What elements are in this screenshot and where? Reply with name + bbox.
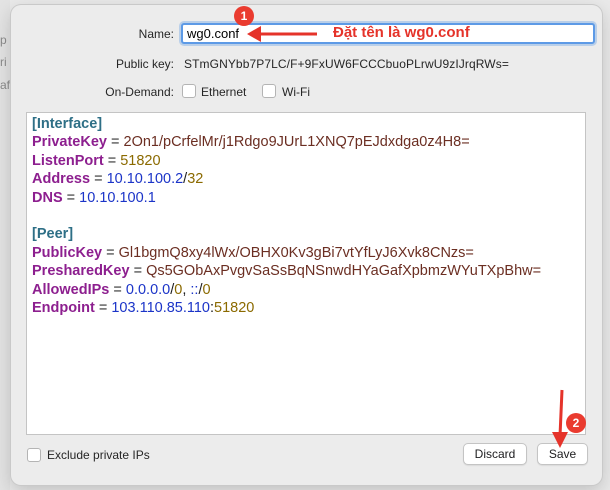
annotation-arrow-head bbox=[552, 432, 568, 448]
config-key: PresharedKey bbox=[32, 263, 130, 280]
config-value: 32 bbox=[187, 171, 204, 188]
comma: , bbox=[182, 281, 187, 298]
ethernet-checkbox[interactable] bbox=[182, 84, 196, 98]
config-line: [Interface] bbox=[32, 115, 585, 133]
config-line: ListenPort = 51820 bbox=[32, 152, 585, 170]
config-key: AllowedIPs bbox=[32, 281, 110, 298]
config-line: PublicKey = Gl1bgmQ8xy4lWx/OBHX0Kv3gBi7v… bbox=[32, 244, 585, 262]
config-key: PublicKey bbox=[32, 244, 103, 261]
annotation-arrow-2 bbox=[552, 389, 568, 448]
equals-sign: = bbox=[107, 152, 117, 169]
name-label: Name: bbox=[138, 27, 174, 41]
config-blank-line bbox=[32, 207, 585, 225]
equals-sign: = bbox=[106, 244, 115, 261]
config-line: PresharedKey = Qs5GObAxPvgvSaSsBqNSnwdHY… bbox=[32, 262, 585, 280]
equals-sign: = bbox=[66, 189, 76, 206]
equals-sign: = bbox=[133, 263, 143, 280]
annotation-note-1: Đặt tên là wg0.conf bbox=[333, 24, 470, 41]
config-line: PrivateKey = 2On1/pCrfelMr/j1Rdgo9JUrL1X… bbox=[32, 133, 585, 151]
background-text-fragment: p bbox=[0, 33, 7, 47]
config-value: 10.10.100.2 bbox=[106, 171, 184, 188]
config-value: 0 bbox=[202, 281, 211, 298]
equals-sign: = bbox=[111, 134, 120, 151]
config-value: 51820 bbox=[120, 152, 161, 169]
config-value: 103.110.85.110 bbox=[111, 299, 210, 316]
annotation-badge-1: 1 bbox=[234, 6, 254, 26]
config-key: PrivateKey bbox=[32, 134, 107, 151]
config-value: Qs5GObAxPvgvSaSsBqNSnwdHYaGafXpbmzWYuTXp… bbox=[146, 263, 542, 280]
config-line: Address = 10.10.100.2/32 bbox=[32, 170, 585, 188]
config-value: Gl1bgmQ8xy4lWx/OBHX0Kv3gBi7vtYfLyJ6Xvk8C… bbox=[118, 244, 474, 261]
config-line: Endpoint = 103.110.85.110:51820 bbox=[32, 299, 585, 317]
annotation-arrow-1 bbox=[247, 26, 317, 42]
annotation-arrow-head bbox=[247, 26, 261, 42]
config-line: AllowedIPs = 0.0.0.0/0, ::/0 bbox=[32, 281, 585, 299]
exclude-private-ips-checkbox[interactable] bbox=[27, 448, 41, 462]
edit-tunnel-dialog: Name: Public key: STmGNYbb7P7LC/F+9FxUW6… bbox=[11, 5, 602, 485]
config-key: ListenPort bbox=[32, 152, 104, 169]
public-key-value: STmGNYbb7P7LC/F+9FxUW6FCCCbuoPLrwU9zIJrq… bbox=[184, 57, 509, 71]
config-key: DNS bbox=[32, 189, 63, 206]
equals-sign: = bbox=[94, 171, 103, 188]
config-editor[interactable]: [Interface] PrivateKey = 2On1/pCrfelMr/j… bbox=[26, 112, 586, 435]
discard-button[interactable]: Discard bbox=[463, 443, 527, 465]
wifi-label: Wi-Fi bbox=[282, 85, 310, 99]
config-line: [Peer] bbox=[32, 225, 585, 243]
config-key: Address bbox=[32, 171, 91, 188]
annotation-arrow-shaft bbox=[558, 389, 564, 437]
peer-section-header: [Peer] bbox=[32, 226, 74, 243]
config-line: DNS = 10.10.100.1 bbox=[32, 189, 585, 207]
config-key: Endpoint bbox=[32, 299, 95, 316]
config-value: 10.10.100.1 bbox=[79, 189, 156, 206]
equals-sign: = bbox=[98, 299, 108, 316]
config-value: 2On1/pCrfelMr/j1Rdgo9JUrL1XNQ7pEJdxdga0z… bbox=[123, 134, 470, 151]
background-window-edge: p ri af bbox=[0, 0, 10, 490]
wifi-checkbox[interactable] bbox=[262, 84, 276, 98]
on-demand-label: On-Demand: bbox=[105, 85, 174, 99]
equals-sign: = bbox=[113, 281, 122, 298]
public-key-label: Public key: bbox=[115, 57, 174, 71]
background-text-fragment: ri bbox=[0, 55, 7, 69]
ethernet-label: Ethernet bbox=[201, 85, 247, 99]
interface-section-header: [Interface] bbox=[32, 116, 103, 132]
exclude-private-ips-label: Exclude private IPs bbox=[47, 448, 150, 462]
config-value: 0.0.0.0 bbox=[125, 281, 171, 298]
background-text-fragment: af bbox=[0, 78, 11, 92]
config-value: 51820 bbox=[214, 299, 255, 316]
